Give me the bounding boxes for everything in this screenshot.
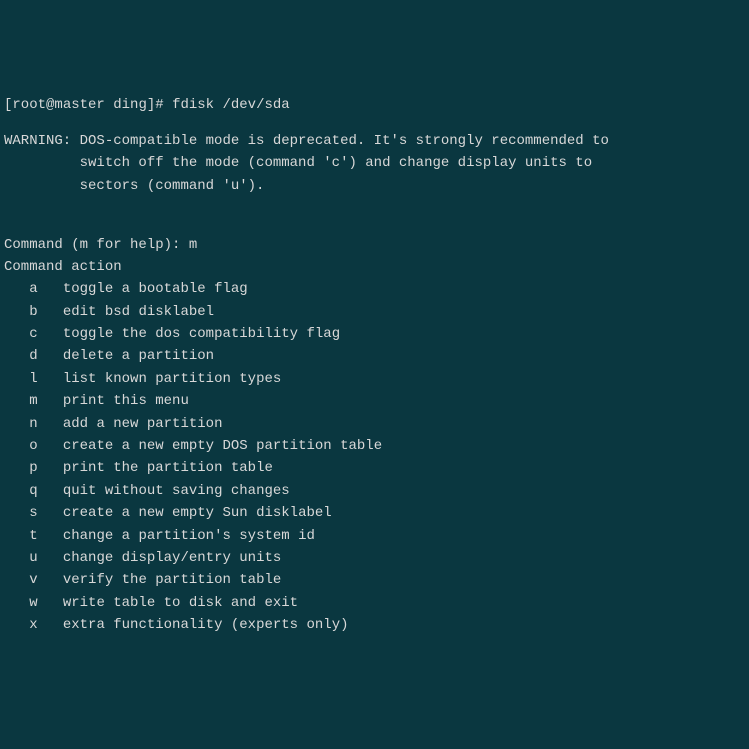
action-desc: change display/entry units — [63, 550, 281, 566]
shell-prompt: [root@master ding]# fdisk /dev/sda — [4, 97, 290, 113]
action-key: w — [29, 595, 37, 611]
action-item: q quit without saving changes — [4, 480, 745, 502]
action-desc: create a new empty Sun disklabel — [63, 505, 332, 521]
command-prompt-input[interactable]: m — [189, 237, 197, 253]
action-key: l — [29, 371, 37, 387]
action-key: t — [29, 528, 37, 544]
action-list: a toggle a bootable flag b edit bsd disk… — [4, 278, 745, 636]
action-desc: list known partition types — [63, 371, 281, 387]
action-item: s create a new empty Sun disklabel — [4, 502, 745, 524]
action-item: w write table to disk and exit — [4, 592, 745, 614]
action-desc: toggle a bootable flag — [63, 281, 248, 297]
action-desc: write table to disk and exit — [63, 595, 298, 611]
action-desc: add a new partition — [63, 416, 223, 432]
action-key: u — [29, 550, 37, 566]
action-desc: extra functionality (experts only) — [63, 617, 349, 633]
action-desc: edit bsd disklabel — [63, 304, 214, 320]
action-desc: print this menu — [63, 393, 189, 409]
action-desc: verify the partition table — [63, 572, 281, 588]
command-prompt-label: Command (m for help): — [4, 237, 180, 253]
warning-line-3: sectors (command 'u'). — [80, 178, 265, 194]
action-item: x extra functionality (experts only) — [4, 614, 745, 636]
warning-block: WARNING: DOS-compatible mode is deprecat… — [4, 130, 745, 197]
action-item: o create a new empty DOS partition table — [4, 435, 745, 457]
action-item: v verify the partition table — [4, 569, 745, 591]
action-key: d — [29, 348, 37, 364]
action-key: o — [29, 438, 37, 454]
action-key: q — [29, 483, 37, 499]
action-key: m — [29, 393, 37, 409]
action-desc: quit without saving changes — [63, 483, 290, 499]
action-key: s — [29, 505, 37, 521]
action-key: b — [29, 304, 37, 320]
action-item: c toggle the dos compatibility flag — [4, 323, 745, 345]
action-item: d delete a partition — [4, 345, 745, 367]
action-item: u change display/entry units — [4, 547, 745, 569]
warning-line-1: DOS-compatible mode is deprecated. It's … — [80, 133, 609, 149]
action-header: Command action — [4, 259, 122, 275]
action-key: x — [29, 617, 37, 633]
action-key: c — [29, 326, 37, 342]
prompt-user: root@master — [12, 97, 104, 113]
action-item: t change a partition's system id — [4, 525, 745, 547]
action-desc: change a partition's system id — [63, 528, 315, 544]
action-key: v — [29, 572, 37, 588]
action-desc: print the partition table — [63, 460, 273, 476]
prompt-symbol: # — [155, 97, 163, 113]
action-item: a toggle a bootable flag — [4, 278, 745, 300]
action-item: p print the partition table — [4, 457, 745, 479]
action-desc: create a new empty DOS partition table — [63, 438, 382, 454]
action-key: n — [29, 416, 37, 432]
action-desc: toggle the dos compatibility flag — [63, 326, 340, 342]
prompt-cwd: ding — [113, 97, 147, 113]
terminal-output: [root@master ding]# fdisk /dev/sda WARNI… — [4, 94, 745, 637]
warning-label: WARNING: — [4, 133, 71, 149]
warning-line-2: switch off the mode (command 'c') and ch… — [80, 155, 592, 171]
action-key: a — [29, 281, 37, 297]
action-desc: delete a partition — [63, 348, 214, 364]
action-item: l list known partition types — [4, 368, 745, 390]
prompt-command: fdisk /dev/sda — [172, 97, 290, 113]
action-item: n add a new partition — [4, 413, 745, 435]
command-block: Command (m for help): m Command action a… — [4, 234, 745, 637]
action-item: b edit bsd disklabel — [4, 301, 745, 323]
action-key: p — [29, 460, 37, 476]
action-item: m print this menu — [4, 390, 745, 412]
